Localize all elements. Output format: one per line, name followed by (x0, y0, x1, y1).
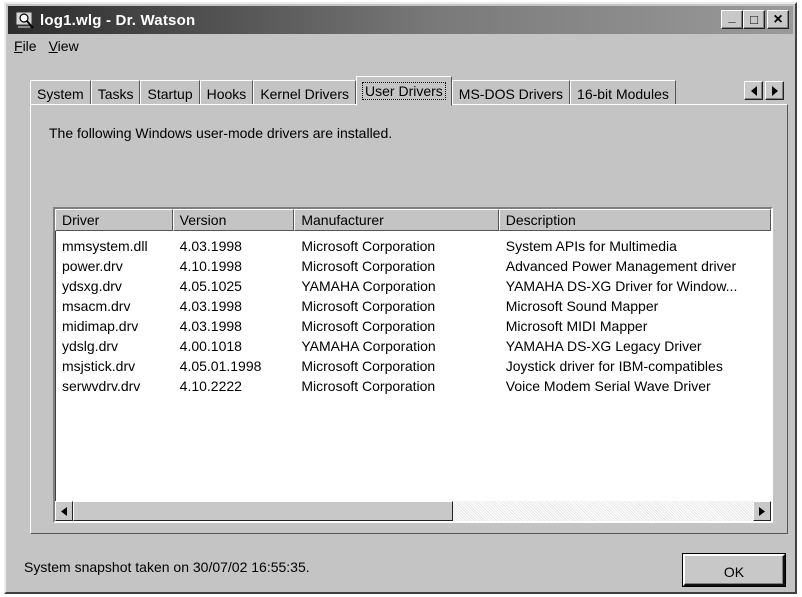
cell-version: 4.10.2222 (179, 378, 242, 394)
maximize-icon: □ (750, 12, 758, 27)
tab-kernel-drivers[interactable]: Kernel Drivers (253, 80, 357, 106)
cell-version: 4.05.01.1998 (179, 358, 262, 374)
tab-label: User Drivers (362, 82, 446, 100)
ok-button[interactable]: OK (683, 554, 785, 586)
tab-label: Tasks (97, 85, 134, 102)
drivers-list[interactable]: Driver Version Manufacturer Description … (53, 207, 773, 523)
table-row[interactable]: ydsxg.drv 4.05.1025 YAMAHA Corporation YAMA… (55, 276, 771, 296)
menu-view[interactable]: View (49, 38, 79, 58)
table-row[interactable]: serwvdrv.drv 4.10.2222 Microsoft Corporati… (55, 376, 771, 396)
column-header-manufacturer[interactable]: Manufacturer (294, 209, 499, 231)
cell-description: YAMAHA DS-XG Driver for Window... (505, 278, 738, 294)
status-text: System snapshot taken on 30/07/02 16:55:… (24, 559, 310, 575)
window-title: log1.wlg - Dr. Watson (40, 11, 196, 29)
tab-label: MS-DOS Drivers (458, 85, 564, 102)
horizontal-scrollbar[interactable] (55, 501, 771, 521)
table-row[interactable]: midimap.drv 4.03.1998 Microsoft Corporatio… (55, 316, 771, 336)
tab-16-bit-modules[interactable]: 16-bit Modules (570, 80, 676, 106)
minimize-button[interactable]: _ (721, 10, 743, 29)
cell-manufacturer: Microsoft Corporation (301, 258, 436, 274)
tab-scroll-buttons (744, 81, 784, 100)
cell-driver: mmsystem.dll (62, 238, 148, 254)
tab-label: Startup (147, 85, 193, 102)
scroll-track[interactable] (453, 501, 753, 521)
tab-system[interactable]: System (30, 80, 91, 106)
cell-manufacturer: Microsoft Corporation (301, 298, 436, 314)
cell-manufacturer: Microsoft Corporation (301, 378, 436, 394)
cell-driver: msjstick.drv (62, 358, 136, 374)
cell-manufacturer: YAMAHA Corporation (301, 278, 436, 294)
arrow-left-icon (750, 85, 757, 96)
cell-description: Joystick driver for IBM-compatibles (505, 358, 723, 374)
tab-label: 16-bit Modules (577, 85, 669, 102)
tab-strip: System Tasks Startup Hooks Kernel Drivers Use… (30, 76, 676, 106)
cell-description: Advanced Power Management driver (505, 258, 737, 274)
cell-manufacturer: Microsoft Corporation (301, 238, 436, 254)
cell-driver: midimap.drv (62, 318, 139, 334)
cell-driver: ydslg.drv (62, 338, 119, 354)
dr-watson-window: log1.wlg - Dr. Watson _ □ × File View Sy… (4, 2, 797, 594)
tab-label: System (37, 85, 84, 102)
tab-user-drivers[interactable]: User Drivers (356, 76, 452, 106)
column-header-driver[interactable]: Driver (55, 209, 173, 231)
cell-description: Voice Modem Serial Wave Driver (505, 378, 711, 394)
cell-driver: ydsxg.drv (62, 278, 122, 294)
cell-manufacturer: Microsoft Corporation (301, 358, 436, 374)
panel-description: The following Windows user-mode drivers … (49, 125, 393, 141)
tab-startup[interactable]: Startup (140, 80, 200, 106)
title-bar[interactable]: log1.wlg - Dr. Watson _ □ × (8, 6, 793, 34)
table-row[interactable]: mmsystem.dll 4.03.1998 Microsoft Corporati… (55, 236, 771, 256)
column-header-version[interactable]: Version (172, 209, 295, 231)
cell-driver: serwvdrv.drv (62, 378, 141, 394)
arrow-left-icon (61, 506, 67, 516)
tab-panel-user-drivers: The following Windows user-mode drivers … (30, 104, 788, 534)
list-body: mmsystem.dll 4.03.1998 Microsoft Corporati… (55, 231, 771, 396)
scroll-left-button[interactable] (55, 501, 73, 521)
menu-file[interactable]: File (14, 38, 37, 58)
table-row[interactable]: ydslg.drv 4.00.1018 YAMAHA Corporation YAMA… (55, 336, 771, 356)
cell-version: 4.03.1998 (179, 238, 242, 254)
cell-description: Microsoft MIDI Mapper (505, 318, 648, 334)
arrow-right-icon (759, 506, 765, 516)
column-header-description[interactable]: Description (498, 209, 771, 231)
list-header: Driver Version Manufacturer Description (55, 209, 771, 231)
close-button[interactable]: × (767, 10, 789, 29)
tab-label: Hooks (206, 85, 247, 102)
cell-manufacturer: YAMAHA Corporation (301, 338, 436, 354)
tab-tasks[interactable]: Tasks (90, 80, 141, 106)
cell-version: 4.10.1998 (179, 258, 242, 274)
close-icon: × (773, 10, 783, 28)
table-row[interactable]: power.drv 4.10.1998 Microsoft Corporation A… (55, 256, 771, 276)
maximize-button[interactable]: □ (743, 10, 765, 29)
cell-version: 4.03.1998 (179, 318, 242, 334)
cell-description: Microsoft Sound Mapper (505, 298, 659, 314)
cell-driver: msacm.drv (62, 298, 131, 314)
tab-scroll-left-button[interactable] (744, 81, 763, 100)
cell-version: 4.03.1998 (179, 298, 242, 314)
menu-bar: File View (14, 38, 79, 58)
cell-version: 4.05.1025 (179, 278, 242, 294)
tab-hooks[interactable]: Hooks (199, 80, 254, 106)
scroll-right-button[interactable] (753, 501, 771, 521)
tab-scroll-right-button[interactable] (765, 81, 784, 100)
tab-label: Kernel Drivers (260, 85, 350, 102)
cell-manufacturer: Microsoft Corporation (301, 318, 436, 334)
tab-ms-dos-drivers[interactable]: MS-DOS Drivers (451, 80, 571, 106)
arrow-right-icon (771, 85, 778, 96)
table-row[interactable]: msjstick.drv 4.05.01.1998 Microsoft Corpor… (55, 356, 771, 376)
table-row[interactable]: msacm.drv 4.03.1998 Microsoft Corporation M… (55, 296, 771, 316)
cell-version: 4.00.1018 (179, 338, 242, 354)
scroll-thumb[interactable] (73, 501, 453, 521)
minimize-icon: _ (728, 9, 736, 24)
dr-watson-icon[interactable] (14, 9, 38, 31)
cell-description: YAMAHA DS-XG Legacy Driver (505, 338, 702, 354)
cell-description: System APIs for Multimedia (505, 238, 677, 254)
cell-driver: power.drv (62, 258, 123, 274)
ok-button-label: OK (723, 564, 745, 580)
